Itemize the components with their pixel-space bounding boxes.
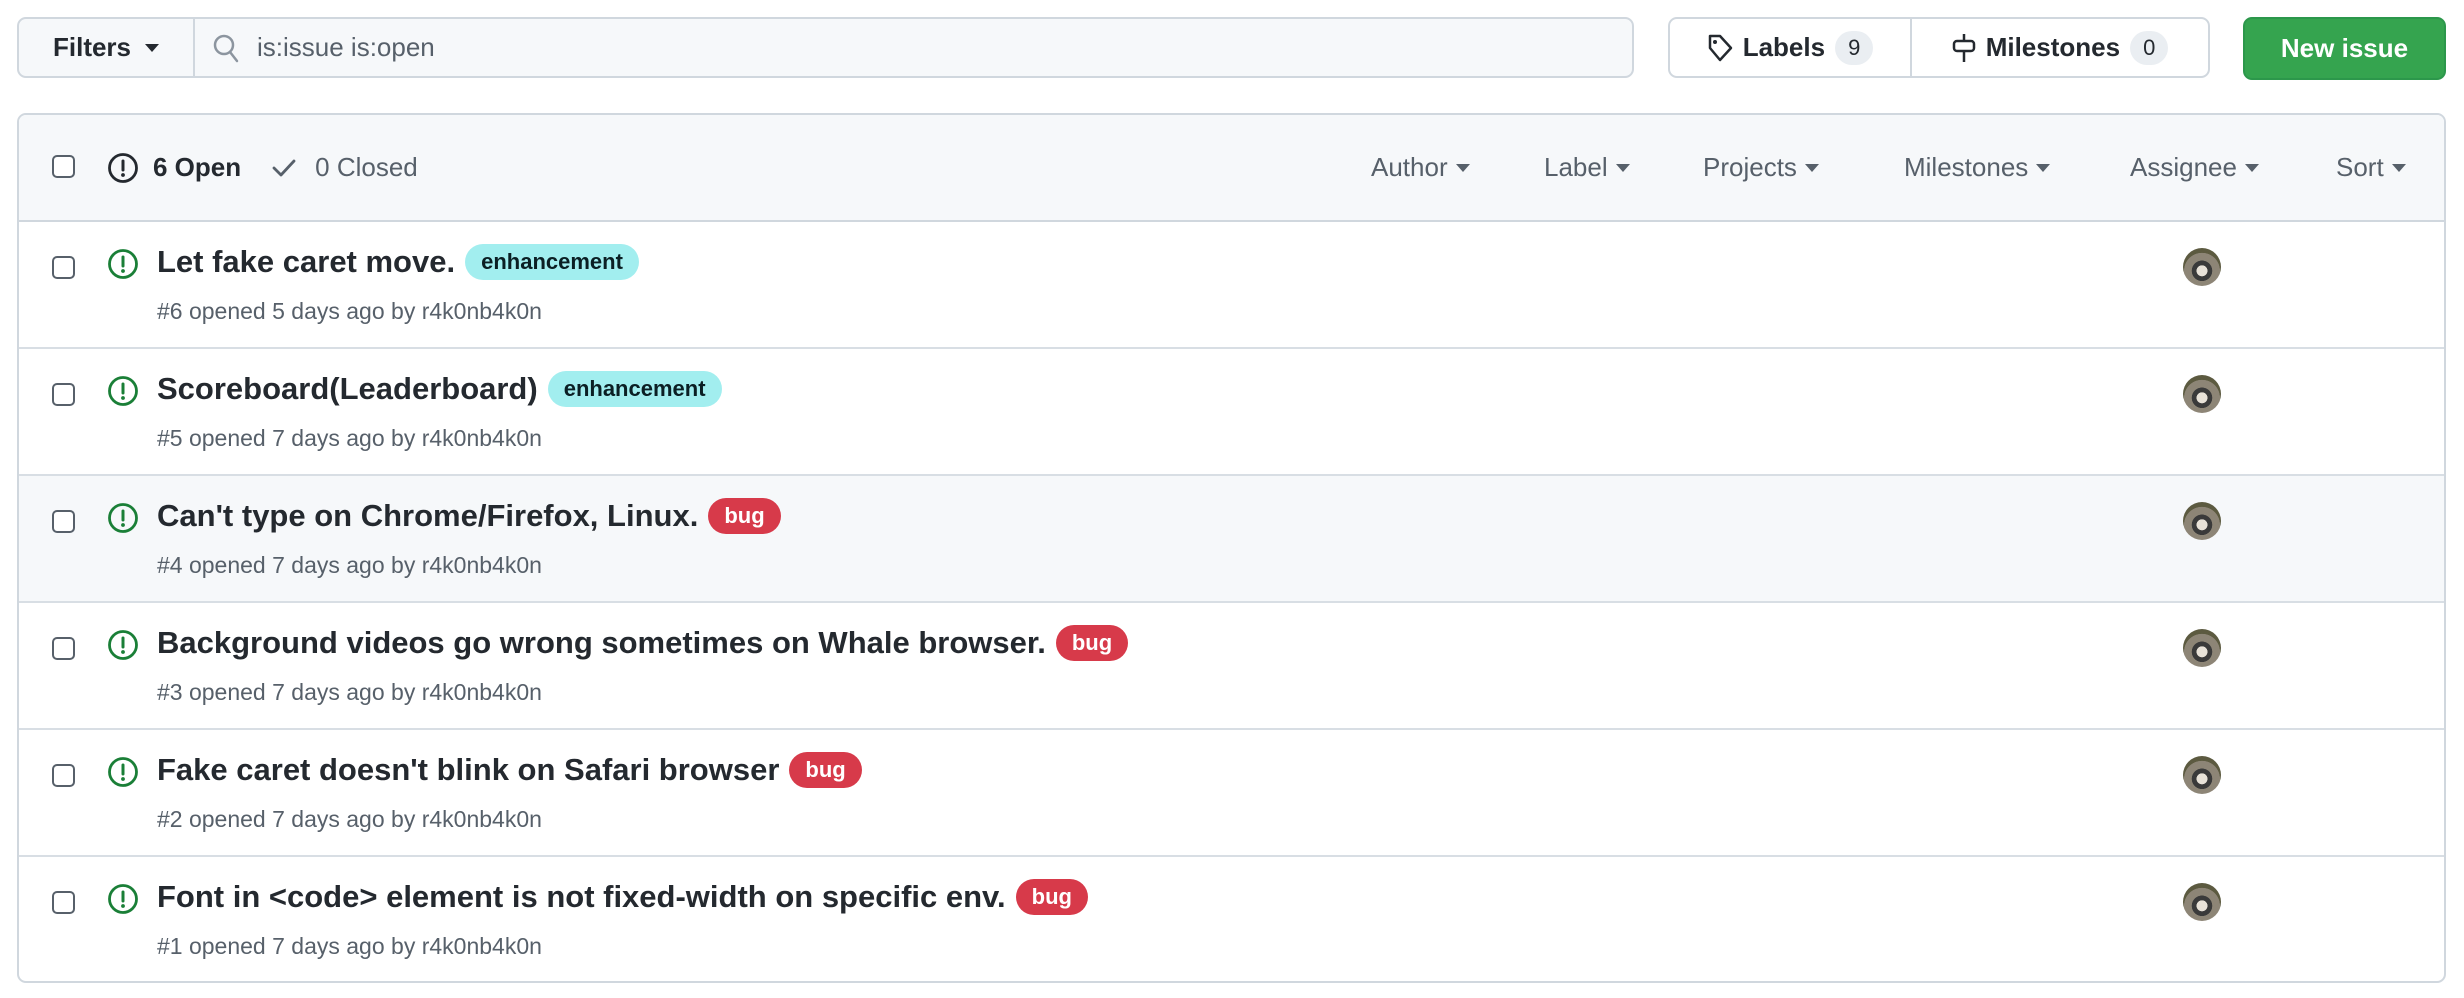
search-box — [195, 19, 1632, 76]
issue-label[interactable]: bug — [708, 498, 781, 534]
issue-checkbox[interactable] — [52, 383, 75, 406]
issue-open-icon — [108, 757, 138, 787]
caret-down-icon — [1455, 163, 1470, 172]
issue-checkbox[interactable] — [52, 891, 75, 914]
issue-open-icon — [108, 884, 138, 914]
milestones-filter-label: Milestones — [1904, 152, 2029, 182]
issue-label[interactable]: bug — [1055, 625, 1129, 661]
caret-down-icon — [1804, 163, 1819, 172]
caret-down-icon — [2391, 163, 2406, 172]
author-label: Author — [1371, 152, 1448, 182]
projects-label: Projects — [1703, 152, 1797, 182]
projects-filter[interactable]: Projects — [1703, 152, 1819, 183]
labels-link[interactable]: Labels 9 — [1670, 19, 1912, 76]
issue-title-link[interactable]: Font in <code> element is not fixed-widt… — [157, 879, 1006, 915]
issue-title-link[interactable]: Fake caret doesn't blink on Safari brows… — [157, 752, 779, 788]
issue-row: Background videos go wrong sometimes on … — [19, 603, 2444, 730]
issue-open-icon — [108, 503, 138, 533]
issue-row: Scoreboard(Leaderboard) enhancement #5 op… — [19, 349, 2444, 476]
milestones-filter[interactable]: Milestones — [1904, 152, 2051, 183]
label-filter[interactable]: Label — [1544, 152, 1630, 183]
issues-list: 6 Open 0 Closed Author Label Projects Mi… — [17, 113, 2446, 983]
issue-title-link[interactable]: Can't type on Chrome/Firefox, Linux. — [157, 498, 698, 534]
search-icon — [213, 34, 239, 62]
issue-checkbox[interactable] — [52, 764, 75, 787]
issue-label[interactable]: bug — [1015, 879, 1088, 915]
filters-dropdown[interactable]: Filters — [19, 19, 195, 76]
assignee-avatar[interactable] — [2183, 756, 2221, 794]
assignee-avatar[interactable] — [2183, 883, 2221, 921]
assignee-avatar[interactable] — [2183, 502, 2221, 540]
issue-open-icon — [108, 249, 138, 279]
issue-meta: #5 opened 7 days ago by r4k0nb4k0n — [157, 425, 542, 451]
issue-row: Let fake caret move. enhancement #6 opene… — [19, 222, 2444, 349]
caret-down-icon — [2036, 163, 2051, 172]
labels-label: Labels — [1742, 32, 1826, 62]
tag-icon — [1708, 34, 1732, 61]
open-issues-tab[interactable]: 6 Open — [107, 152, 241, 184]
select-all-checkbox[interactable] — [52, 155, 75, 178]
assignee-filter[interactable]: Assignee — [2130, 152, 2259, 183]
issue-label[interactable]: enhancement — [547, 371, 722, 407]
milestone-icon — [1952, 33, 1975, 62]
author-filter[interactable]: Author — [1371, 152, 1470, 183]
open-count: 6 Open — [153, 152, 242, 182]
milestones-label: Milestones — [1985, 32, 2121, 62]
issue-open-icon — [108, 152, 138, 183]
closed-count: 0 Closed — [315, 152, 418, 182]
caret-down-icon — [2244, 163, 2259, 172]
caret-down-icon — [1615, 163, 1630, 172]
filters-label: Filters — [52, 32, 132, 62]
issue-meta: #3 opened 7 days ago by r4k0nb4k0n — [157, 679, 542, 705]
issue-row: Can't type on Chrome/Firefox, Linux. bug … — [19, 476, 2444, 603]
issue-meta: #2 opened 7 days ago by r4k0nb4k0n — [157, 806, 542, 832]
filter-bar: Filters — [17, 17, 1634, 78]
issue-checkbox[interactable] — [52, 256, 75, 279]
closed-issues-tab[interactable]: 0 Closed — [271, 152, 418, 183]
issue-meta: #4 opened 7 days ago by r4k0nb4k0n — [157, 552, 542, 578]
issue-checkbox[interactable] — [52, 510, 75, 533]
label-label: Label — [1544, 152, 1608, 182]
issue-row: Fake caret doesn't blink on Safari brows… — [19, 730, 2444, 857]
assignee-avatar[interactable] — [2183, 248, 2221, 286]
issue-title-link[interactable]: Let fake caret move. — [157, 244, 455, 280]
sort-label: Sort — [2336, 152, 2384, 182]
labels-milestones-nav: Labels 9 Milestones 0 — [1668, 17, 2210, 78]
check-icon — [272, 159, 296, 176]
issue-meta: #1 opened 7 days ago by r4k0nb4k0n — [157, 933, 542, 959]
search-input[interactable] — [257, 32, 1557, 63]
assignee-label: Assignee — [2130, 152, 2237, 182]
issues-list-header: 6 Open 0 Closed Author Label Projects Mi… — [19, 115, 2444, 222]
issue-open-icon — [108, 630, 138, 660]
issue-checkbox[interactable] — [52, 637, 75, 660]
issue-rows: Let fake caret move. enhancement #6 opene… — [19, 222, 2444, 981]
milestones-count: 0 — [2130, 30, 2169, 65]
assignee-avatar[interactable] — [2183, 629, 2221, 667]
sort-dropdown[interactable]: Sort — [2336, 152, 2406, 183]
issue-title-link[interactable]: Scoreboard(Leaderboard) — [157, 371, 538, 407]
caret-down-icon — [145, 43, 160, 52]
assignee-avatar[interactable] — [2183, 375, 2221, 413]
issue-label[interactable]: enhancement — [465, 244, 639, 280]
issue-meta: #6 opened 5 days ago by r4k0nb4k0n — [157, 298, 542, 324]
issue-row: Font in <code> element is not fixed-widt… — [19, 857, 2444, 981]
labels-count: 9 — [1835, 30, 1874, 65]
new-issue-button[interactable]: New issue — [2243, 17, 2446, 80]
issue-label[interactable]: bug — [789, 752, 862, 788]
issue-open-icon — [108, 376, 138, 406]
milestones-link[interactable]: Milestones 0 — [1912, 19, 2208, 76]
issue-title-link[interactable]: Background videos go wrong sometimes on … — [157, 625, 1046, 661]
